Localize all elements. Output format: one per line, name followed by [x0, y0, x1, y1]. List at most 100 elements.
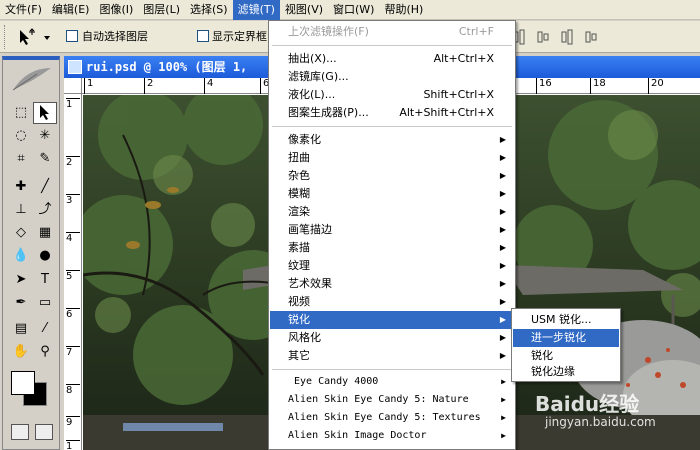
filter-category-pixelate[interactable]: 像素化 ▶ — [270, 131, 514, 149]
category-label: 其它 — [288, 349, 310, 362]
plugin-eye-candy-4000[interactable]: Eye Candy 4000 ▶ — [270, 373, 514, 391]
filter-category-brush-strokes[interactable]: 画笔描边 ▶ — [270, 221, 514, 239]
crop-tool-icon[interactable]: ⌗ — [9, 148, 33, 170]
notes-tool-icon[interactable]: ▤ — [9, 318, 33, 340]
plugin-label: Alien Skin Eye Candy 5: Nature — [288, 394, 469, 405]
distribute-icons — [513, 29, 597, 45]
hand-tool-icon[interactable]: ✋ — [9, 341, 33, 363]
liquify-shortcut: Shift+Ctrl+X — [423, 88, 494, 101]
filter-gallery-label: 滤镜库(G)... — [288, 70, 349, 83]
marquee-tool-icon[interactable]: ⬚ — [9, 102, 33, 124]
menu-edit[interactable]: 编辑(E) — [47, 0, 95, 20]
baidu-watermark: Baidu经验 jingyan.baidu.com — [535, 388, 665, 434]
menu-file[interactable]: 文件(F) — [0, 0, 47, 20]
slice-tool-icon[interactable]: ✎ — [33, 148, 57, 170]
tool-preset-picker[interactable] — [16, 27, 56, 47]
options-grip[interactable] — [4, 25, 7, 49]
submenu-label: 进一步锐化 — [531, 331, 586, 344]
pattern-maker-item[interactable]: 图案生成器(P)... Alt+Shift+Ctrl+X — [270, 104, 514, 122]
submenu-arrow-icon: ▶ — [501, 377, 506, 386]
menu-view[interactable]: 视图(V) — [280, 0, 328, 20]
foreground-color-swatch[interactable] — [11, 371, 35, 395]
watermark-url: jingyan.baidu.com — [545, 415, 656, 429]
magic-wand-tool-icon[interactable]: ✳ — [33, 125, 57, 147]
lasso-tool-icon[interactable]: ◌ — [9, 125, 33, 147]
menu-bar: 文件(F) 编辑(E) 图像(I) 图层(L) 选择(S) 滤镜(T) 视图(V… — [0, 0, 700, 20]
menu-window[interactable]: 窗口(W) — [328, 0, 379, 20]
filter-category-video[interactable]: 视频 ▶ — [270, 293, 514, 311]
eraser-tool-icon[interactable]: ◇ — [9, 222, 33, 244]
category-label: 杂色 — [288, 169, 310, 182]
submenu-arrow-icon: ▶ — [501, 395, 506, 404]
liquify-item[interactable]: 液化(L)... Shift+Ctrl+X — [270, 86, 514, 104]
filter-category-noise[interactable]: 杂色 ▶ — [270, 167, 514, 185]
filter-category-sketch[interactable]: 素描 ▶ — [270, 239, 514, 257]
menu-filter[interactable]: 滤镜(T) — [232, 0, 280, 20]
document-icon — [68, 60, 82, 74]
hruler-tick: 18 — [590, 78, 606, 94]
hruler-tick: 2 — [144, 78, 153, 94]
plugin-eye-candy-5-nature[interactable]: Alien Skin Eye Candy 5: Nature ▶ — [270, 391, 514, 409]
path-selection-tool-icon[interactable]: ➤ — [9, 269, 33, 291]
submenu-arrow-icon: ▶ — [499, 351, 506, 360]
menu-layer[interactable]: 图层(L) — [138, 0, 185, 20]
menu-image[interactable]: 图像(I) — [94, 0, 138, 20]
auto-select-layer-checkbox[interactable] — [66, 30, 78, 42]
show-bounding-box-label: 显示定界框 — [212, 30, 267, 43]
standard-mode-icon[interactable] — [11, 424, 29, 440]
hruler-tick: 4 — [204, 78, 213, 94]
zoom-tool-icon[interactable]: ⚲ — [33, 341, 57, 363]
extract-item[interactable]: 抽出(X)... Alt+Ctrl+X — [270, 50, 514, 68]
type-tool-icon[interactable]: T — [33, 269, 57, 291]
category-label: 素描 — [288, 241, 310, 254]
pen-tool-icon[interactable]: ✒ — [9, 292, 33, 314]
blur-tool-icon[interactable]: 💧 — [9, 245, 33, 267]
submenu-label: 锐化边缘 — [531, 365, 575, 378]
ruler-origin[interactable] — [64, 78, 82, 94]
align-buttons[interactable] — [512, 28, 692, 50]
filter-category-distort[interactable]: 扭曲 ▶ — [270, 149, 514, 167]
brush-tool-icon[interactable]: ╱ — [33, 176, 57, 198]
menu-select[interactable]: 选择(S) — [185, 0, 233, 20]
submenu-arrow-icon: ▶ — [499, 297, 506, 306]
sharpen-submenu: USM 锐化... 进一步锐化 锐化 锐化边缘 — [511, 308, 621, 382]
plugin-image-doctor[interactable]: Alien Skin Image Doctor ▶ — [270, 427, 514, 445]
filter-category-texture[interactable]: 纹理 ▶ — [270, 257, 514, 275]
filter-category-artistic[interactable]: 艺术效果 ▶ — [270, 275, 514, 293]
sharpen-more-item[interactable]: 进一步锐化 — [513, 329, 619, 347]
menu-separator — [272, 369, 512, 370]
quick-mask-mode-icon[interactable] — [35, 424, 53, 440]
filter-category-sharpen[interactable]: 锐化 ▶ — [270, 311, 514, 329]
submenu-arrow-icon: ▶ — [499, 171, 506, 180]
show-bounding-box-checkbox[interactable] — [197, 30, 209, 42]
filter-category-blur[interactable]: 模糊 ▶ — [270, 185, 514, 203]
dodge-tool-icon[interactable]: ● — [33, 245, 57, 267]
healing-brush-tool-icon[interactable]: ✚ — [9, 176, 33, 198]
usm-sharpen-item[interactable]: USM 锐化... — [513, 311, 619, 329]
filter-menu-dropdown: 上次滤镜操作(F) Ctrl+F 抽出(X)... Alt+Ctrl+X 滤镜库… — [268, 20, 516, 450]
history-brush-tool-icon[interactable]: ⤴ — [33, 199, 57, 221]
submenu-arrow-icon: ▶ — [499, 279, 506, 288]
filter-category-other[interactable]: 其它 ▶ — [270, 347, 514, 365]
sharpen-edges-item[interactable]: 锐化边缘 — [513, 363, 619, 381]
move-tool-icon — [20, 28, 50, 45]
hruler-tick: 20 — [648, 78, 664, 94]
eyedropper-tool-icon[interactable]: ⁄ — [33, 318, 57, 340]
category-label: 视频 — [288, 295, 310, 308]
submenu-arrow-icon: ▶ — [499, 135, 506, 144]
filter-category-stylize[interactable]: 风格化 ▶ — [270, 329, 514, 347]
shape-tool-icon[interactable]: ▭ — [33, 292, 57, 314]
vertical-ruler[interactable]: 1 2 3 4 5 6 7 8 9 1 — [64, 94, 82, 450]
filter-category-render[interactable]: 渲染 ▶ — [270, 203, 514, 221]
gradient-tool-icon[interactable]: ▦ — [33, 222, 57, 244]
submenu-arrow-icon: ▶ — [499, 261, 506, 270]
submenu-label: USM 锐化... — [531, 313, 592, 326]
move-tool-button[interactable] — [33, 102, 57, 124]
vruler-tick: 1 — [66, 440, 80, 450]
category-label: 模糊 — [288, 187, 310, 200]
clone-stamp-tool-icon[interactable]: ⊥ — [9, 199, 33, 221]
vruler-tick: 2 — [66, 156, 80, 168]
plugin-eye-candy-5-textures[interactable]: Alien Skin Eye Candy 5: Textures ▶ — [270, 409, 514, 427]
filter-gallery-item[interactable]: 滤镜库(G)... — [270, 68, 514, 86]
menu-help[interactable]: 帮助(H) — [379, 0, 428, 20]
